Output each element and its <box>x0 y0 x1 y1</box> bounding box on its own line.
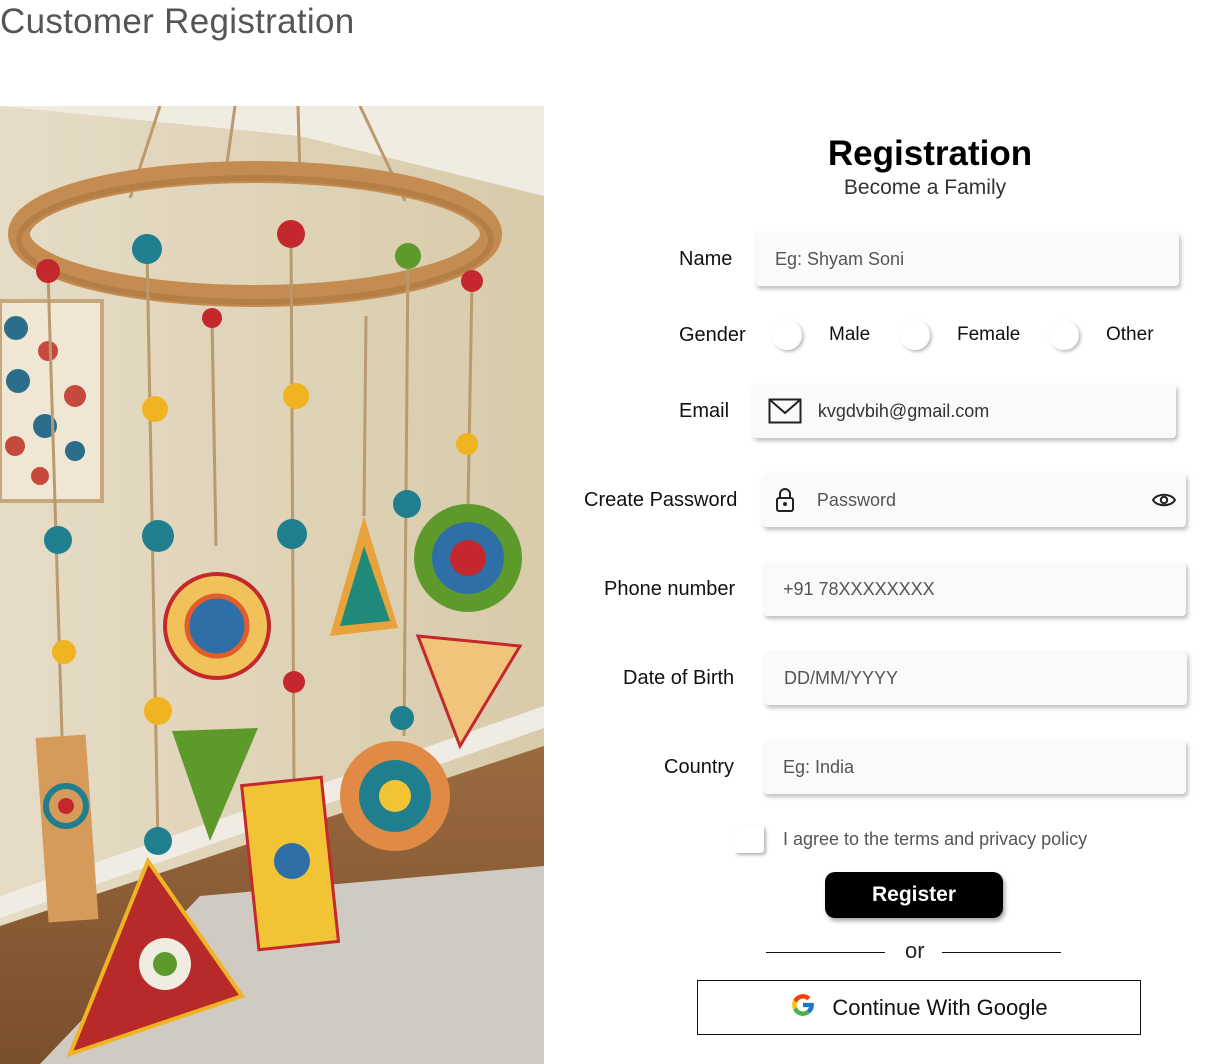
gender-option-male-label: Male <box>829 324 871 345</box>
eye-icon[interactable] <box>1142 492 1186 508</box>
gender-radio-male[interactable] <box>772 320 802 350</box>
dob-label: Date of Birth <box>623 667 735 689</box>
phone-field-wrapper <box>763 562 1186 616</box>
phone-input[interactable] <box>783 562 1186 616</box>
mail-icon <box>752 398 818 424</box>
form-title: Registration <box>827 134 1033 173</box>
password-label: Create Password <box>584 489 738 511</box>
country-input[interactable] <box>783 740 1186 794</box>
email-label: Email <box>679 400 730 422</box>
password-field-wrapper <box>762 473 1186 527</box>
lock-icon <box>762 487 809 513</box>
gender-radio-female[interactable] <box>900 320 930 350</box>
email-input[interactable] <box>817 384 1176 438</box>
country-field-wrapper <box>763 740 1186 794</box>
name-input[interactable] <box>775 232 1179 286</box>
register-button[interactable]: Register <box>825 872 1003 918</box>
divider-left <box>766 952 885 953</box>
dob-field-wrapper <box>764 651 1187 705</box>
country-label: Country <box>664 756 735 778</box>
hero-image <box>0 106 544 1064</box>
name-label: Name <box>679 248 733 270</box>
terms-checkbox[interactable] <box>734 826 764 853</box>
or-divider-text: or <box>905 938 925 963</box>
gender-radio-other[interactable] <box>1049 320 1079 350</box>
dob-input[interactable] <box>784 651 1187 705</box>
divider-right <box>942 952 1061 953</box>
email-field-wrapper <box>752 384 1176 438</box>
gender-option-female-label: Female <box>957 324 1021 345</box>
phone-label: Phone number <box>604 578 736 600</box>
continue-with-google-button[interactable]: Continue With Google <box>697 980 1141 1035</box>
terms-label: I agree to the terms and privacy policy <box>783 829 1088 849</box>
name-field-wrapper <box>755 232 1179 286</box>
google-button-label: Continue With Google <box>832 994 1048 1020</box>
password-input[interactable] <box>808 473 1143 527</box>
google-icon <box>790 992 816 1023</box>
gender-option-other-label: Other <box>1106 324 1154 345</box>
form-subtitle: Become a Family <box>843 176 1007 199</box>
page-title: Customer Registration <box>0 2 355 41</box>
gender-label: Gender <box>679 324 746 346</box>
